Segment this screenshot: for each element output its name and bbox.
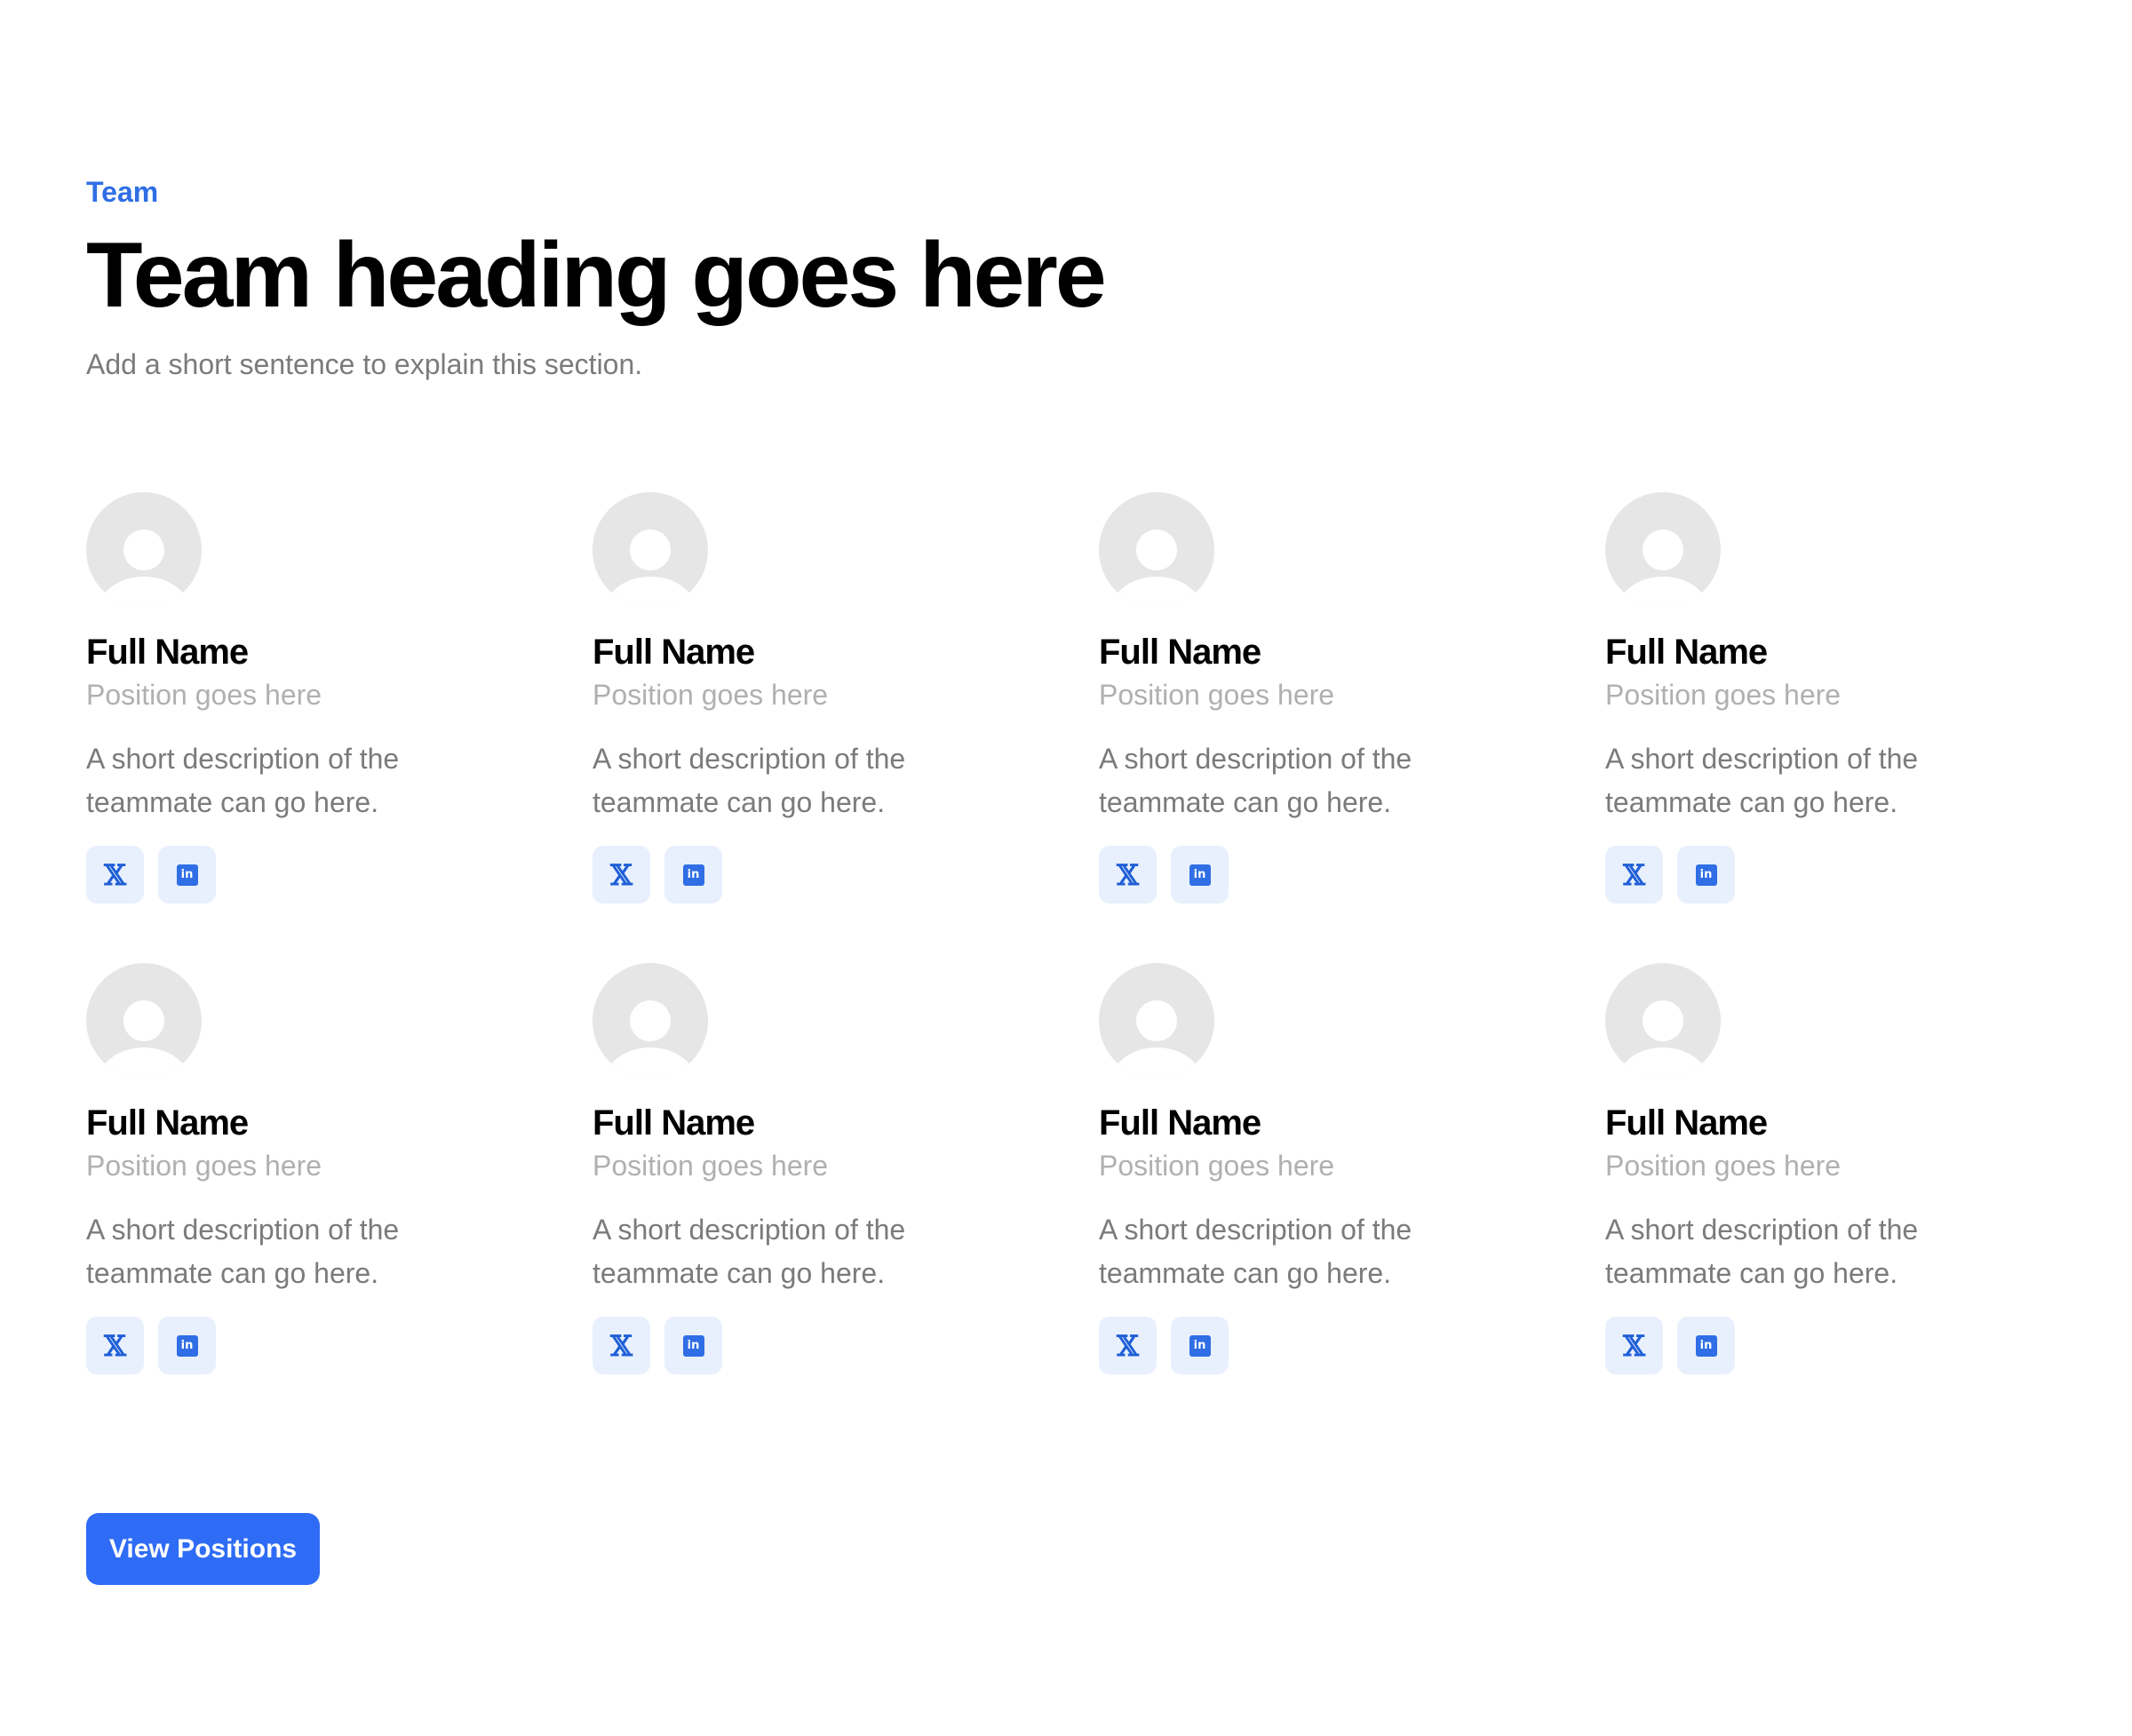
member-name: Full Name	[1605, 1103, 1768, 1143]
social-links: 𝕏 in	[1099, 1317, 1605, 1374]
avatar-placeholder	[593, 963, 708, 1079]
team-member-card: Full Name Position goes here A short des…	[593, 492, 1099, 963]
x-link[interactable]: 𝕏	[86, 1317, 144, 1374]
member-description: A short description of the teammate can …	[1605, 1214, 1919, 1289]
member-position: Position goes here	[86, 1150, 322, 1182]
section-subtitle: Add a short sentence to explain this sec…	[86, 348, 643, 380]
team-member-card: Full Name Position goes here A short des…	[1605, 492, 2112, 963]
member-description: A short description of the teammate can …	[593, 1214, 906, 1289]
linkedin-icon: in	[682, 864, 704, 886]
x-icon: 𝕏	[104, 857, 126, 892]
member-description: A short description of the teammate can …	[1099, 743, 1412, 818]
social-links: 𝕏 in	[1605, 846, 2112, 904]
x-link[interactable]: 𝕏	[1099, 1317, 1157, 1374]
avatar-placeholder	[1099, 963, 1214, 1079]
linkedin-link[interactable]: in	[664, 1317, 722, 1374]
x-link[interactable]: 𝕏	[1605, 1317, 1663, 1374]
team-member-card: Full Name Position goes here A short des…	[593, 963, 1099, 1434]
member-position: Position goes here	[1099, 1150, 1335, 1182]
x-icon: 𝕏	[1117, 1328, 1139, 1363]
linkedin-icon: in	[1189, 864, 1211, 886]
member-name: Full Name	[593, 1103, 755, 1143]
section-eyebrow: Team	[86, 176, 159, 208]
x-icon: 𝕏	[610, 857, 632, 892]
x-link[interactable]: 𝕏	[593, 1317, 650, 1374]
social-links: 𝕏 in	[1605, 1317, 2112, 1374]
member-name: Full Name	[1605, 633, 1768, 672]
team-member-card: Full Name Position goes here A short des…	[1605, 963, 2112, 1434]
linkedin-link[interactable]: in	[158, 1317, 216, 1374]
x-link[interactable]: 𝕏	[1099, 846, 1157, 904]
avatar-placeholder	[86, 963, 202, 1079]
team-member-card: Full Name Position goes here A short des…	[1099, 492, 1605, 963]
member-description: A short description of the teammate can …	[1605, 743, 1919, 818]
member-name: Full Name	[1099, 633, 1261, 672]
avatar-placeholder	[1099, 492, 1214, 608]
x-icon: 𝕏	[1623, 857, 1645, 892]
team-section: Team Team heading goes here Add a short …	[0, 0, 2132, 1736]
team-member-card: Full Name Position goes here A short des…	[1099, 963, 1605, 1434]
social-links: 𝕏 in	[1099, 846, 1605, 904]
linkedin-icon: in	[176, 864, 198, 886]
x-link[interactable]: 𝕏	[1605, 846, 1663, 904]
member-name: Full Name	[86, 633, 249, 672]
member-position: Position goes here	[1605, 1150, 1842, 1182]
member-position: Position goes here	[86, 679, 322, 711]
linkedin-icon: in	[1695, 864, 1717, 886]
x-icon: 𝕏	[1117, 857, 1139, 892]
avatar-placeholder	[1605, 492, 1721, 608]
x-icon: 𝕏	[1623, 1328, 1645, 1363]
member-position: Position goes here	[593, 1150, 829, 1182]
linkedin-icon: in	[1189, 1334, 1211, 1357]
team-member-card: Full Name Position goes here A short des…	[86, 963, 593, 1434]
social-links: 𝕏 in	[593, 1317, 1099, 1374]
member-name: Full Name	[1099, 1103, 1261, 1143]
member-position: Position goes here	[593, 679, 829, 711]
avatar-placeholder	[86, 492, 202, 608]
linkedin-link[interactable]: in	[1171, 1317, 1229, 1374]
x-link[interactable]: 𝕏	[86, 846, 144, 904]
avatar-placeholder	[593, 492, 708, 608]
team-member-card: Full Name Position goes here A short des…	[86, 492, 593, 963]
member-position: Position goes here	[1605, 679, 1842, 711]
view-positions-button[interactable]: View Positions	[86, 1513, 320, 1585]
section-heading: Team heading goes here	[86, 224, 1107, 327]
linkedin-icon: in	[1695, 1334, 1717, 1357]
member-description: A short description of the teammate can …	[593, 743, 906, 818]
x-icon: 𝕏	[610, 1328, 632, 1363]
x-link[interactable]: 𝕏	[593, 846, 650, 904]
linkedin-link[interactable]: in	[1171, 846, 1229, 904]
social-links: 𝕏 in	[86, 846, 593, 904]
linkedin-link[interactable]: in	[664, 846, 722, 904]
team-grid: Full Name Position goes here A short des…	[86, 492, 2046, 1434]
social-links: 𝕏 in	[593, 846, 1099, 904]
member-name: Full Name	[593, 633, 755, 672]
linkedin-icon: in	[682, 1334, 704, 1357]
x-icon: 𝕏	[104, 1328, 126, 1363]
member-name: Full Name	[86, 1103, 249, 1143]
member-description: A short description of the teammate can …	[86, 743, 400, 818]
linkedin-link[interactable]: in	[1677, 846, 1735, 904]
member-description: A short description of the teammate can …	[86, 1214, 400, 1289]
linkedin-link[interactable]: in	[158, 846, 216, 904]
avatar-placeholder	[1605, 963, 1721, 1079]
linkedin-link[interactable]: in	[1677, 1317, 1735, 1374]
member-description: A short description of the teammate can …	[1099, 1214, 1412, 1289]
linkedin-icon: in	[176, 1334, 198, 1357]
member-position: Position goes here	[1099, 679, 1335, 711]
social-links: 𝕏 in	[86, 1317, 593, 1374]
